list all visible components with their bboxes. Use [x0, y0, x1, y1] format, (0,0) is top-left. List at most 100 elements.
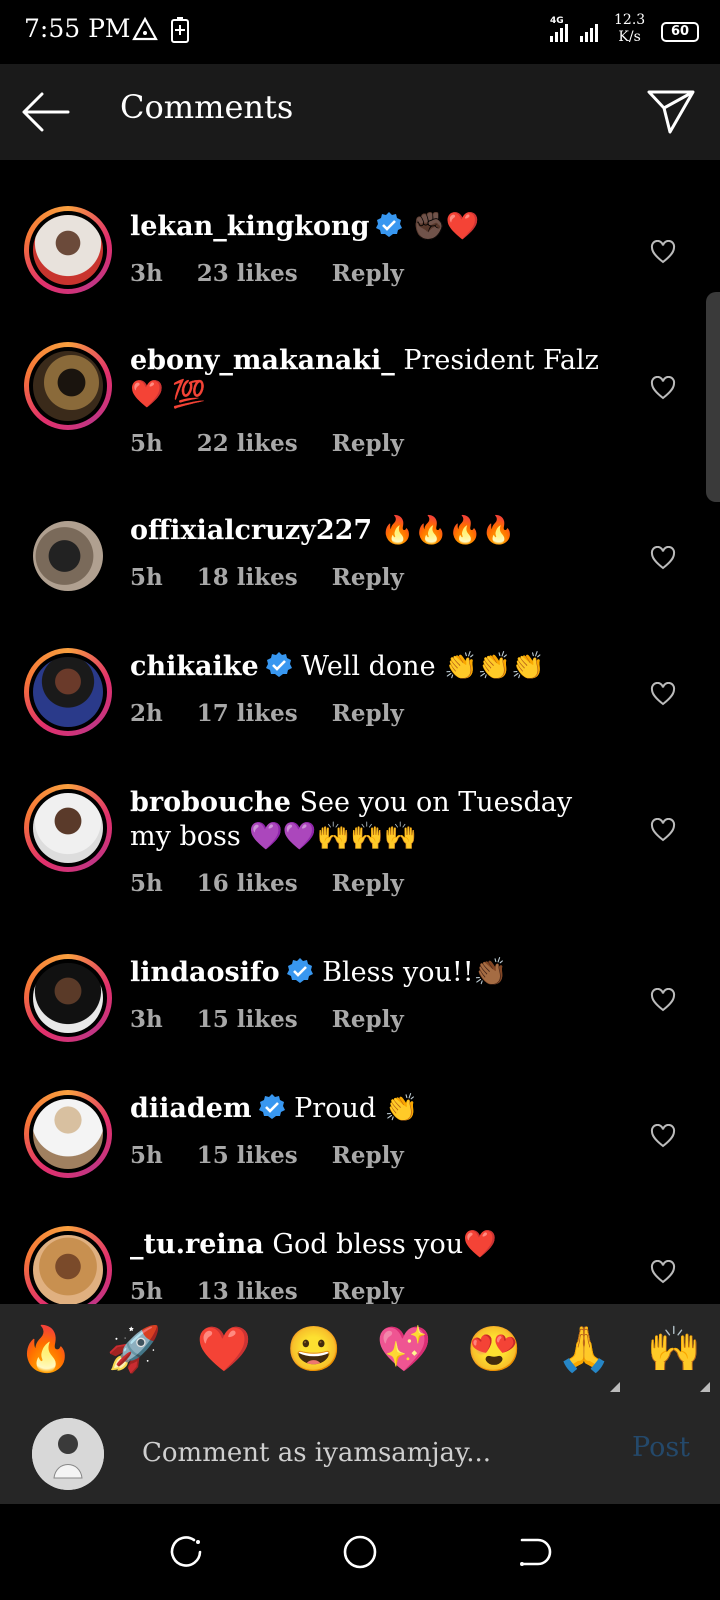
comment-meta: 5h 22 likes Reply — [130, 430, 438, 457]
network-type-label: 4G — [550, 16, 564, 26]
network-speed-unit: K/s — [618, 29, 641, 45]
network-speed: 12.3 K/s — [614, 12, 645, 46]
comment-body: Proud 👏 — [294, 1093, 419, 1124]
heart-icon[interactable] — [650, 375, 676, 400]
comment-time: 3h — [130, 260, 163, 287]
back-button[interactable] — [20, 90, 72, 134]
avatar[interactable] — [24, 784, 112, 872]
comment-item: lekan_kingkong ✊🏿❤️ 3h 23 likes Reply — [0, 206, 720, 336]
avatar[interactable] — [24, 954, 112, 1042]
comment-time: 3h — [130, 1006, 163, 1033]
comment-body: Bless you!!👏🏾 — [322, 957, 508, 988]
comment-username[interactable]: offixialcruzy227 — [130, 515, 372, 546]
arrow-left-icon — [22, 92, 70, 132]
reply-button[interactable]: Reply — [332, 700, 404, 727]
comment-text: _tu.reina God bless you❤️ — [130, 1228, 620, 1262]
reply-button[interactable]: Reply — [332, 1278, 404, 1304]
comment-meta: 5h 18 likes Reply — [130, 564, 438, 591]
comments-list[interactable]: lekan_kingkong ✊🏿❤️ 3h 23 likes Reply ebon… — [0, 160, 720, 1304]
comment-likes[interactable]: 16 likes — [197, 870, 298, 897]
grin-emoji-button[interactable]: 😀 — [284, 1322, 344, 1378]
scroll-handle[interactable] — [706, 292, 720, 502]
reply-button[interactable]: Reply — [332, 870, 404, 897]
verified-badge-icon — [286, 957, 314, 994]
avatar[interactable] — [24, 206, 112, 294]
heart-icon[interactable] — [650, 1259, 676, 1284]
comment-meta: 5h 16 likes Reply — [130, 870, 438, 897]
fire-emoji-button[interactable]: 🔥 — [16, 1322, 76, 1378]
reply-button[interactable]: Reply — [332, 1142, 404, 1169]
heart-emoji-button[interactable]: ❤️ — [194, 1322, 254, 1378]
share-button[interactable] — [646, 88, 696, 136]
comment-username[interactable]: ebony_makanaki_ — [130, 345, 395, 376]
back-icon[interactable] — [514, 1532, 554, 1572]
heart-icon[interactable] — [650, 545, 676, 570]
comment-text: brobouche See you on Tuesday my boss 💜💜🙌… — [130, 786, 620, 854]
comment-input[interactable] — [140, 1430, 614, 1476]
verified-badge-icon — [258, 1093, 286, 1130]
pray-emoji-button[interactable]: 🙏 — [554, 1322, 614, 1378]
avatar[interactable] — [24, 1090, 112, 1178]
comment-item: offixialcruzy227 🔥🔥🔥🔥 5h 18 likes Reply — [0, 512, 720, 642]
status-time: 7:55 PM — [24, 14, 131, 43]
battery-indicator: 60 — [661, 22, 699, 42]
comment-meta: 3h 15 likes Reply — [130, 1006, 438, 1033]
home-icon[interactable] — [340, 1532, 380, 1572]
comment-username[interactable]: diiadem — [130, 1093, 252, 1124]
recent-apps-icon[interactable] — [166, 1532, 206, 1572]
comment-likes[interactable]: 22 likes — [197, 430, 298, 457]
avatar[interactable] — [24, 648, 112, 736]
reply-button[interactable]: Reply — [332, 430, 404, 457]
verified-badge-icon — [375, 211, 403, 248]
rocket-emoji-button[interactable]: 🚀 — [104, 1322, 164, 1378]
heart-icon[interactable] — [650, 817, 676, 842]
comment-username[interactable]: chikaike — [130, 651, 259, 682]
avatar[interactable] — [24, 512, 112, 600]
comment-likes[interactable]: 15 likes — [197, 1142, 298, 1169]
emoji-reaction-bar: 🔥 🚀 ❤️ 😀 💖 😍 🙏 🙌 — [0, 1304, 720, 1400]
comment-likes[interactable]: 18 likes — [197, 564, 298, 591]
comment-username[interactable]: lekan_kingkong — [130, 211, 369, 242]
comment-username[interactable]: brobouche — [130, 787, 291, 818]
reply-button[interactable]: Reply — [332, 260, 404, 287]
comment-likes[interactable]: 15 likes — [197, 1006, 298, 1033]
comment-item: _tu.reina God bless you❤️ 5h 13 likes Repl… — [0, 1226, 720, 1304]
battery-saver-icon — [170, 16, 190, 48]
network-speed-value: 12.3 — [614, 12, 646, 28]
status-bar: 7:55 PM 4G 12.3 K/s 60 — [0, 0, 720, 64]
heart-icon[interactable] — [650, 1123, 676, 1148]
comment-meta: 3h 23 likes Reply — [130, 260, 438, 287]
comment-text: diiadem Proud 👏 — [130, 1092, 620, 1130]
comment-time: 2h — [130, 700, 163, 727]
verified-badge-icon — [265, 651, 293, 688]
comment-likes[interactable]: 13 likes — [197, 1278, 298, 1304]
post-button[interactable]: Post — [632, 1432, 690, 1463]
heart-icon[interactable] — [650, 239, 676, 264]
comment-likes[interactable]: 17 likes — [197, 700, 298, 727]
comment-text: chikaike Well done 👏👏👏 — [130, 650, 620, 688]
skin-tone-indicator-icon — [700, 1382, 710, 1392]
raised-hands-emoji-button[interactable]: 🙌 — [644, 1322, 704, 1378]
comment-item: brobouche See you on Tuesday my boss 💜💜🙌… — [0, 784, 720, 944]
comment-item: diiadem Proud 👏 5h 15 likes Reply — [0, 1090, 720, 1220]
reply-button[interactable]: Reply — [332, 1006, 404, 1033]
sparkling-heart-emoji-button[interactable]: 💖 — [374, 1322, 434, 1378]
comment-time: 5h — [130, 564, 163, 591]
comment-username[interactable]: lindaosifo — [130, 957, 280, 988]
heart-eyes-emoji-button[interactable]: 😍 — [464, 1322, 524, 1378]
comment-meta: 2h 17 likes Reply — [130, 700, 438, 727]
comment-composer: Post — [0, 1400, 720, 1504]
reply-button[interactable]: Reply — [332, 564, 404, 591]
heart-icon[interactable] — [650, 987, 676, 1012]
avatar[interactable] — [24, 1226, 112, 1304]
comment-body: 🔥🔥🔥🔥 — [380, 515, 516, 546]
comment-likes[interactable]: 23 likes — [197, 260, 298, 287]
comment-time: 5h — [130, 430, 163, 457]
comment-body: ✊🏿❤️ — [412, 211, 480, 242]
comment-username[interactable]: _tu.reina — [130, 1229, 264, 1260]
comment-body: God bless you❤️ — [272, 1229, 497, 1260]
avatar[interactable] — [24, 342, 112, 430]
heart-icon[interactable] — [650, 681, 676, 706]
comment-meta: 5h 15 likes Reply — [130, 1142, 438, 1169]
comment-time: 5h — [130, 1142, 163, 1169]
